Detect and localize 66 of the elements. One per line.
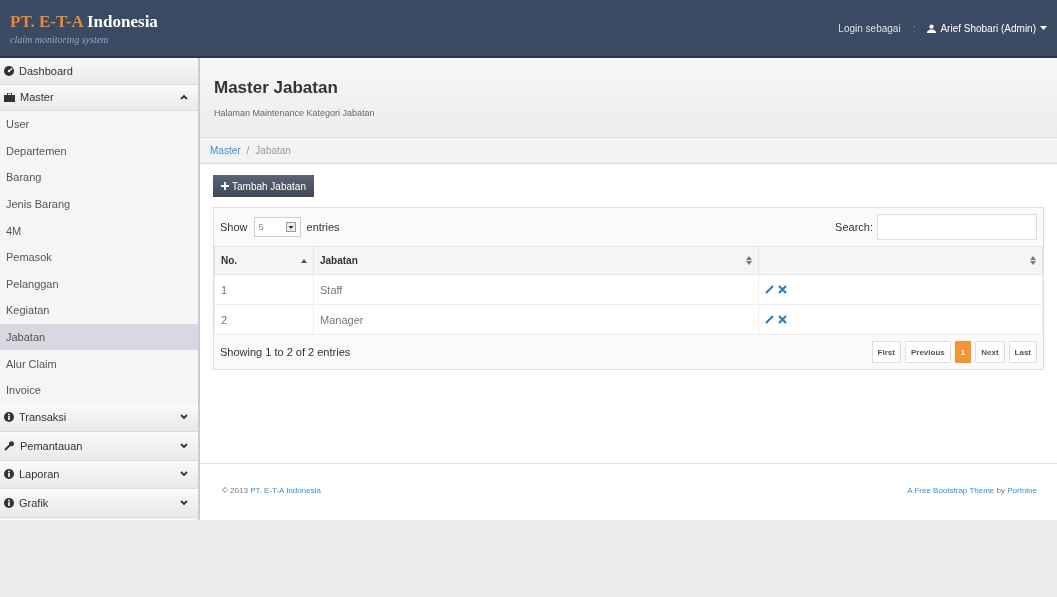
column-header[interactable]: No.: [214, 246, 314, 275]
caret-icon: [1040, 26, 1047, 30]
show-label: Show: [220, 221, 248, 233]
sidebar-item[interactable]: Laporan: [0, 460, 198, 490]
theme-link[interactable]: A Free Bootstrap Theme: [907, 485, 995, 495]
chevron-down-icon: [180, 499, 188, 506]
brand-tagline: claim monitoring system: [10, 33, 110, 45]
delete-icon[interactable]: [778, 285, 787, 294]
sidebar-item[interactable]: Dashboard: [0, 58, 198, 85]
table-info: Showing 1 to 2 of 2 entries: [220, 346, 351, 358]
search-field[interactable]: [877, 214, 1037, 240]
sidebar-subitem[interactable]: Alur Claim: [0, 350, 198, 377]
sidebar-subitem[interactable]: Jabatan: [0, 323, 198, 351]
info-icon: [4, 412, 14, 423]
page-title: Master Jabatan: [214, 78, 339, 98]
sidebar-subitem[interactable]: User: [0, 111, 198, 138]
sidebar-item[interactable]: Grafik: [0, 489, 198, 518]
sidebar-subitem[interactable]: Barang: [0, 164, 198, 191]
company-link[interactable]: PT. E-T-A Indonesia: [250, 485, 321, 495]
separator: :: [912, 22, 916, 34]
info-icon: [4, 469, 14, 480]
sidebar-subitem[interactable]: Departemen: [0, 137, 198, 165]
entries-select[interactable]: 5: [253, 217, 301, 237]
plus-icon: [221, 182, 229, 190]
chevron-down-icon: [180, 471, 188, 478]
briefcase-icon: [4, 92, 15, 102]
sidebar-subitem[interactable]: 4M: [0, 217, 198, 244]
wrench-icon: [4, 440, 15, 451]
author-link[interactable]: Portnine: [1007, 485, 1037, 495]
chevron-down-icon: [180, 442, 188, 449]
copyright: © 2013: [222, 485, 248, 495]
brand-title[interactable]: PT. E-T-A Indonesia: [10, 11, 158, 32]
entries-label: entries: [306, 221, 340, 233]
search-label: Search:: [835, 221, 873, 233]
pagination-button[interactable]: Next: [975, 341, 1005, 363]
table-cell: 2: [214, 304, 314, 335]
sidebar-item[interactable]: Transaksi: [0, 403, 198, 433]
table-cell: Staff: [313, 274, 759, 305]
by-label: by: [996, 485, 1005, 495]
page-subtitle: Halaman Maintenance Kategori Jabatan: [214, 108, 376, 118]
login-label: Login sebagai: [838, 22, 901, 34]
chevron-down-icon: [180, 414, 188, 421]
dashboard-icon: [4, 65, 14, 76]
pagination-button[interactable]: Last: [1008, 341, 1037, 363]
pagination-button[interactable]: Previous: [904, 341, 951, 363]
sidebar-subitem[interactable]: Invoice: [0, 376, 198, 404]
table-cell: Manager: [313, 304, 759, 335]
table-cell: 1: [214, 274, 314, 305]
user-icon: [927, 23, 937, 33]
add-button[interactable]: Tambah Jabatan: [213, 175, 314, 197]
column-header[interactable]: Jabatan: [313, 246, 759, 275]
sidebar-subitem[interactable]: Pelanggan: [0, 270, 198, 298]
sidebar-subitem[interactable]: Jenis Barang: [0, 190, 198, 218]
sidebar-item[interactable]: Master: [0, 84, 198, 111]
sidebar-subitem[interactable]: Kegiatan: [0, 297, 198, 324]
sidebar-item[interactable]: Pemantauan: [0, 432, 198, 461]
sidebar-subitem[interactable]: Pemasok: [0, 243, 198, 271]
edit-icon[interactable]: [765, 285, 774, 294]
info-icon: [4, 497, 14, 508]
user-menu[interactable]: Arief Shobari (Admin): [927, 22, 1047, 34]
breadcrumb-separator: /: [246, 145, 250, 156]
pagination-button[interactable]: First: [871, 341, 901, 363]
edit-icon[interactable]: [765, 315, 774, 324]
sort-icon: [1030, 256, 1036, 265]
chevron-up-icon: [180, 94, 188, 101]
delete-icon[interactable]: [778, 315, 787, 324]
